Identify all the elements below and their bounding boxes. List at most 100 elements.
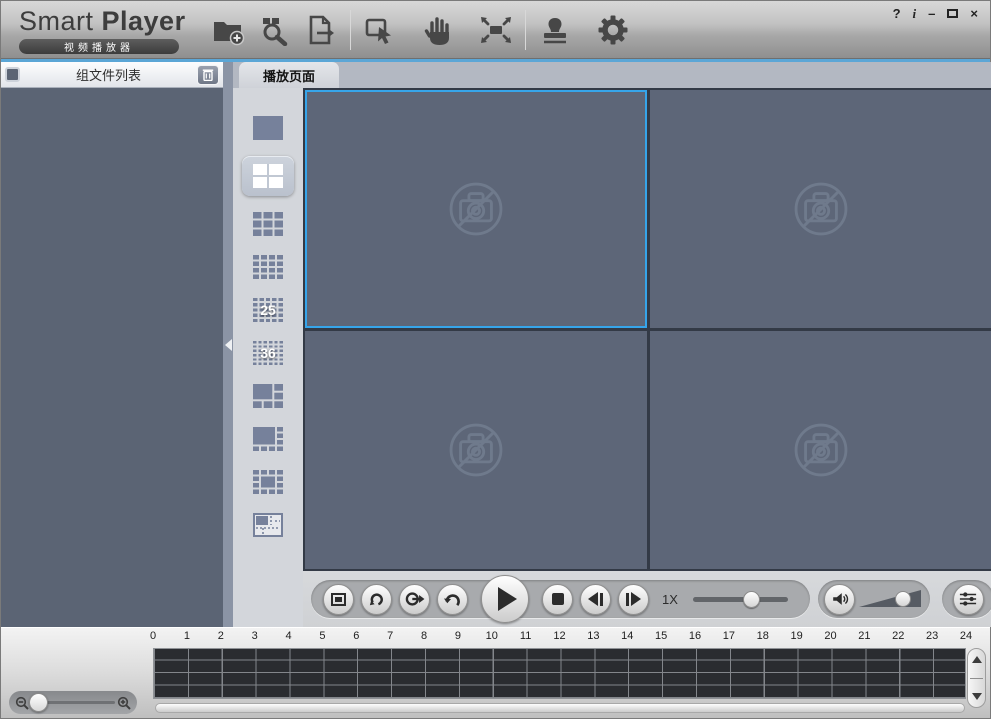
replay-button[interactable] <box>437 584 468 615</box>
speed-label: 1X <box>662 592 678 607</box>
video-grid <box>303 88 991 571</box>
hand-icon <box>421 14 455 46</box>
prev-frame-button[interactable] <box>580 584 611 615</box>
select-region-button[interactable] <box>357 8 403 52</box>
layout-8-icon <box>253 427 283 451</box>
timeline-hscrollbar[interactable] <box>155 703 965 713</box>
layout-9-button[interactable] <box>245 209 291 239</box>
layout-custom-button[interactable] <box>245 510 291 540</box>
help-button[interactable]: ? <box>893 7 901 21</box>
layout-36-button[interactable]: 36 <box>245 338 291 368</box>
layout-8-button[interactable] <box>245 424 291 454</box>
search-record-button[interactable] <box>252 8 298 52</box>
export-file-button[interactable] <box>298 8 344 52</box>
about-button[interactable]: i <box>913 7 917 21</box>
no-camera-icon <box>783 171 859 247</box>
layout-6-button[interactable] <box>245 381 291 411</box>
layout-4-icon <box>253 164 283 188</box>
hour-label: 23 <box>922 630 942 642</box>
hour-label: 8 <box>414 630 434 642</box>
tab-play-page[interactable]: 播放页面 <box>239 62 339 88</box>
layout-13-button[interactable] <box>245 467 291 497</box>
minimize-button[interactable]: – <box>928 7 935 21</box>
fullscreen-button[interactable] <box>473 8 519 52</box>
hour-label: 11 <box>516 630 536 642</box>
file-list-title: 组文件列表 <box>20 65 197 84</box>
hour-label: 6 <box>346 630 366 642</box>
next-frame-button[interactable] <box>618 584 649 615</box>
video-cell-2[interactable] <box>650 90 991 328</box>
zoom-in-icon[interactable] <box>117 696 131 710</box>
maximize-button[interactable] <box>947 7 958 21</box>
sequence-play-button[interactable] <box>399 584 430 615</box>
app-logo: Smart Player 视频播放器 <box>1 6 206 54</box>
playback-settings-button[interactable] <box>953 584 984 615</box>
timeline-panel: 0123456789101112131415161718192021222324 <box>1 627 990 718</box>
select-all-checkbox[interactable] <box>5 67 20 82</box>
hour-label: 20 <box>821 630 841 642</box>
playback-settings-group <box>942 580 991 618</box>
toolbar-separator <box>350 10 351 50</box>
settings-button[interactable] <box>590 8 636 52</box>
stop-button[interactable] <box>542 584 573 615</box>
timeline-hour-labels: 0123456789101112131415161718192021222324 <box>153 630 983 646</box>
sidebar-collapse-handle[interactable] <box>223 62 233 627</box>
split-layout-selector: 25 36 <box>233 88 303 627</box>
layout-25-button[interactable]: 25 <box>245 295 291 325</box>
layout-4-button[interactable] <box>242 156 294 196</box>
delete-files-button[interactable] <box>197 65 219 85</box>
video-cell-3[interactable] <box>305 331 647 569</box>
mute-button[interactable] <box>824 584 855 615</box>
fullscreen-square-icon <box>331 593 346 606</box>
stop-icon <box>552 593 564 605</box>
smart-player-window: Smart Player 视频播放器 <box>0 0 991 719</box>
no-camera-icon <box>438 412 514 488</box>
toolbar <box>206 1 636 58</box>
gear-icon <box>595 13 631 47</box>
undo-arrow-icon <box>443 590 462 609</box>
layout-16-button[interactable] <box>245 252 291 282</box>
timeline-zoom-slider[interactable] <box>9 691 137 714</box>
hour-label: 1 <box>177 630 197 642</box>
video-cell-1[interactable] <box>305 90 647 328</box>
video-fullscreen-button[interactable] <box>323 584 354 615</box>
layout-9-icon <box>253 212 283 236</box>
file-list-body[interactable] <box>1 88 223 627</box>
layout-36-icon: 36 <box>253 341 283 365</box>
brand-smart: Smart <box>19 6 102 36</box>
loop-play-button[interactable] <box>361 584 392 615</box>
speed-slider[interactable] <box>693 591 788 608</box>
app-subtitle: 视频播放器 <box>64 39 134 54</box>
hour-label: 3 <box>245 630 265 642</box>
speaker-icon <box>830 590 849 608</box>
timeline-grid[interactable] <box>153 648 966 699</box>
hour-label: 7 <box>380 630 400 642</box>
playback-area: 1X <box>303 88 991 627</box>
volume-wedge <box>859 590 921 607</box>
speed-slider-knob[interactable] <box>743 591 760 608</box>
scroll-up-icon[interactable] <box>972 656 982 663</box>
app-subtitle-pill: 视频播放器 <box>19 39 179 54</box>
pan-button[interactable] <box>415 8 461 52</box>
volume-slider[interactable] <box>859 590 921 608</box>
layout-1-icon <box>253 116 283 140</box>
zoom-slider-knob[interactable] <box>29 693 48 712</box>
scroll-down-icon[interactable] <box>972 693 982 700</box>
layout-25-label: 25 <box>253 298 283 322</box>
hour-label: 22 <box>888 630 908 642</box>
trash-icon <box>202 68 214 81</box>
video-cell-4[interactable] <box>650 331 991 569</box>
watermark-verify-button[interactable] <box>532 8 578 52</box>
maximize-icon <box>947 9 958 18</box>
zoom-out-icon[interactable] <box>15 696 29 710</box>
layout-1-button[interactable] <box>245 113 291 143</box>
file-list-header: 组文件列表 <box>1 62 223 88</box>
timeline-vscrollbar[interactable] <box>967 648 986 708</box>
scrollbar-divider <box>970 678 983 679</box>
tab-bar: 播放页面 <box>233 62 991 88</box>
volume-knob[interactable] <box>895 591 911 607</box>
hour-label: 12 <box>550 630 570 642</box>
close-button[interactable]: × <box>970 7 978 21</box>
open-file-button[interactable] <box>206 8 252 52</box>
play-button[interactable] <box>481 575 529 623</box>
